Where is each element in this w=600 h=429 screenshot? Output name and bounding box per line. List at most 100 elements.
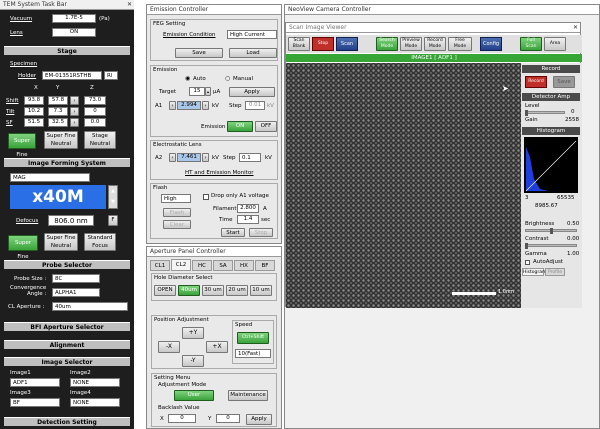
stem-image[interactable]: ➤ 1.0nm: [286, 63, 521, 308]
a1-up-button[interactable]: ›: [202, 101, 209, 110]
detection-setting-header[interactable]: Detection Setting: [4, 417, 130, 426]
tab-sa[interactable]: SA: [213, 260, 233, 271]
speed-select[interactable]: 10(Fast): [235, 349, 271, 358]
tab-profile[interactable]: Profile: [545, 268, 565, 276]
neoview-title: NeoView Camera Controller: [288, 6, 371, 13]
drop-only-checkbox[interactable]: [203, 194, 209, 200]
tab-histogram[interactable]: Histogram: [522, 268, 546, 276]
stage-super-fine-neutral-button[interactable]: Super Fine Neutral: [44, 131, 78, 149]
record-save-button[interactable]: Save: [553, 76, 575, 88]
clear-button[interactable]: Clear: [163, 220, 191, 229]
a2-up-button[interactable]: ›: [202, 153, 209, 162]
tab-cl1[interactable]: CL1: [150, 260, 170, 271]
contrast-slider[interactable]: [525, 243, 577, 249]
filament-value[interactable]: 2.800: [237, 204, 259, 213]
user-mode-button[interactable]: User: [174, 390, 214, 401]
stop-button[interactable]: Stop: [312, 37, 334, 51]
holder-select[interactable]: EM-01351RSTHB: [42, 71, 102, 80]
hole-open-button[interactable]: OPEN: [154, 285, 176, 296]
preview-mode-button[interactable]: Preview Mode: [400, 37, 422, 51]
backlash-x-value[interactable]: 0: [168, 414, 196, 423]
holder-extra-select[interactable]: Rl: [104, 71, 118, 80]
sf-xy-button[interactable]: ›: [70, 118, 79, 127]
speed-ctrl-button[interactable]: Ctrl+Shift: [237, 332, 269, 344]
backlash-y-value[interactable]: 0: [216, 414, 240, 423]
level-slider[interactable]: [525, 110, 565, 116]
emission-on-button[interactable]: ON: [227, 121, 253, 132]
shift-xy-button[interactable]: ›: [70, 96, 79, 105]
image-super-fine-button[interactable]: Super Fine: [8, 235, 38, 260]
emission-off-button[interactable]: OFF: [255, 121, 277, 132]
viewer-close-icon[interactable]: ✕: [573, 23, 578, 33]
close-icon[interactable]: ✕: [127, 0, 132, 10]
autoadjust-checkbox[interactable]: [525, 260, 530, 265]
sf-x: 51.5: [24, 118, 44, 127]
flash-button[interactable]: Flash: [163, 208, 191, 217]
image1-select[interactable]: ADF1: [10, 378, 60, 387]
standard-focus-button[interactable]: Standard Focus: [84, 233, 116, 251]
image3-select[interactable]: BF: [10, 398, 60, 407]
minus-x-button[interactable]: -X: [158, 341, 180, 353]
config-button[interactable]: Config: [480, 37, 502, 51]
conv-angle-label: Convergence Angle :: [10, 285, 47, 297]
feg-load-button[interactable]: Load: [229, 48, 277, 58]
a1-down-button[interactable]: ‹: [169, 101, 176, 110]
hole-30um-button[interactable]: 30 um: [202, 285, 224, 296]
time-value[interactable]: 1.4: [237, 215, 259, 224]
scan-blank-button[interactable]: Scan Blank: [288, 37, 310, 51]
brightness-slider[interactable]: [525, 228, 577, 234]
image2-select[interactable]: NONE: [70, 378, 120, 387]
area-button[interactable]: Area: [544, 37, 566, 51]
target-apply-button[interactable]: Apply: [229, 87, 275, 97]
full-scan-button[interactable]: Full Scan: [520, 37, 542, 51]
tab-cl2[interactable]: CL2: [171, 259, 191, 271]
search-mode-button[interactable]: Search Mode: [376, 37, 398, 51]
probe-size-select[interactable]: 8C: [52, 274, 100, 283]
image-label: IMAGE1 [ ADF1 ]: [411, 55, 457, 61]
plus-y-button[interactable]: +Y: [182, 327, 204, 339]
stage-super-fine-button[interactable]: Super Fine: [8, 133, 36, 158]
setting-menu-label: Setting Menu: [154, 375, 191, 381]
bfi-aperture-header[interactable]: BFI Aperture Selector: [4, 322, 130, 331]
auto-radio[interactable]: ◉: [185, 75, 190, 82]
plus-x-button[interactable]: +X: [206, 341, 228, 353]
a1-step-value[interactable]: 0.01: [245, 101, 265, 110]
a2-down-button[interactable]: ‹: [169, 153, 176, 162]
target-spin[interactable]: ▴: [205, 87, 211, 96]
scan-button[interactable]: Scan: [336, 37, 358, 51]
record-mode-button[interactable]: Record Mode: [424, 37, 446, 51]
tab-hx[interactable]: HX: [234, 260, 254, 271]
a2-step-select[interactable]: 0.1: [239, 153, 261, 162]
flash-start-button[interactable]: Start: [221, 228, 245, 237]
backlash-apply-button[interactable]: Apply: [246, 414, 272, 425]
tab-hc[interactable]: HC: [192, 260, 212, 271]
free-mode-button[interactable]: Free Mode: [448, 37, 472, 51]
hole-20um-button[interactable]: 20 um: [226, 285, 248, 296]
flash-stop-button[interactable]: Stop: [249, 228, 273, 237]
manual-radio[interactable]: ○: [225, 75, 230, 82]
mag-spinner[interactable]: ▲ ▼: [108, 185, 118, 209]
target-value[interactable]: 15: [189, 87, 205, 96]
tab-bf[interactable]: BF: [255, 260, 275, 271]
minus-y-button[interactable]: -Y: [182, 355, 204, 367]
image4-select[interactable]: NONE: [70, 398, 120, 407]
stage-neutral-button[interactable]: Stage Neutral: [84, 131, 116, 149]
defocus-label: Defocus: [16, 218, 39, 224]
feg-save-button[interactable]: Save: [175, 48, 223, 58]
image-super-fine-neutral-button[interactable]: Super Fine Neutral: [44, 233, 78, 251]
cl-aperture-select[interactable]: 40um: [52, 302, 128, 311]
specimen-label[interactable]: Specimen: [10, 61, 37, 67]
ht-emission-monitor-link[interactable]: HT and Emission Monitor: [185, 170, 253, 176]
mode-select[interactable]: MAG: [10, 173, 90, 182]
hole-40um-button[interactable]: 40um: [178, 285, 200, 296]
tilt-xy-button[interactable]: ›: [70, 107, 79, 116]
defocus-f-button[interactable]: F: [108, 215, 118, 226]
hole-10um-button[interactable]: 10 um: [250, 285, 272, 296]
record-button[interactable]: Record: [525, 76, 547, 88]
emission-condition-select[interactable]: High Current: [227, 30, 277, 39]
conv-angle-select[interactable]: ALPHA1: [52, 288, 100, 297]
alignment-header[interactable]: Alignment: [4, 340, 130, 349]
flash-level-select[interactable]: High: [161, 194, 191, 203]
maintenance-mode-button[interactable]: Maintenance: [228, 390, 268, 401]
sf-label: SF: [6, 120, 13, 126]
